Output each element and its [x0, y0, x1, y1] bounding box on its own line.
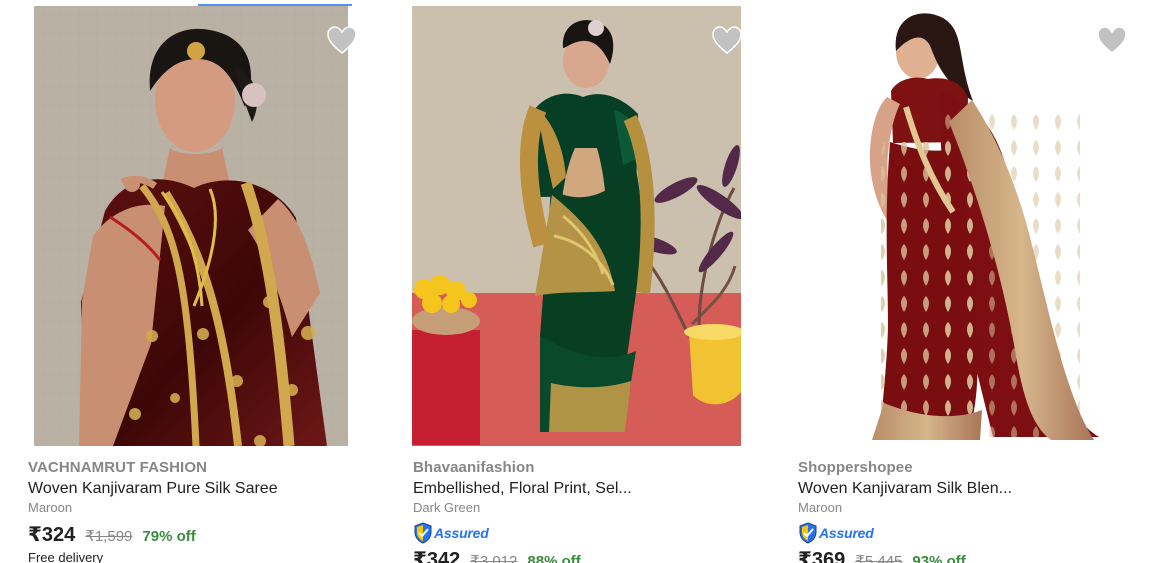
product-title[interactable]: Woven Kanjivaram Pure Silk Saree: [28, 479, 368, 498]
product-image[interactable]: [827, 6, 1141, 446]
product-color: Dark Green: [413, 500, 481, 515]
product-card[interactable]: Shoppershopee Woven Kanjivaram Silk Blen…: [770, 0, 1151, 563]
product-color: Maroon: [798, 500, 843, 515]
heart-icon: [327, 26, 357, 54]
product-color: Maroon: [28, 500, 73, 515]
price-row: ₹369 ₹5,445 93% off: [798, 548, 966, 563]
product-title[interactable]: Woven Kanjivaram Silk Blen...: [798, 479, 1138, 498]
product-brand[interactable]: Shoppershopee: [798, 459, 913, 477]
original-price: ₹3,012: [470, 553, 518, 563]
product-title[interactable]: Embellished, Floral Print, Sel...: [413, 479, 753, 498]
shield-check-icon: [799, 522, 817, 544]
saree-model-image-2: [412, 6, 741, 446]
price-row: ₹324 ₹1,599 79% off: [28, 523, 196, 547]
price-row: ₹342 ₹3,012 88% off: [413, 548, 581, 563]
discount-badge: 93% off: [912, 553, 966, 563]
selling-price: ₹342: [413, 549, 461, 563]
saree-model-image-3: [827, 6, 1141, 446]
product-brand[interactable]: Bhavaanifashion: [413, 459, 535, 477]
assured-badge: Assured: [798, 522, 874, 544]
assured-label: Assured: [434, 525, 489, 541]
selling-price: ₹324: [28, 524, 76, 546]
original-price: ₹5,445: [855, 553, 903, 563]
discount-badge: 79% off: [142, 528, 196, 545]
product-brand[interactable]: VACHNAMRUT FASHION: [28, 459, 207, 477]
product-grid-page: VACHNAMRUT FASHION Woven Kanjivaram Pure…: [0, 0, 1151, 563]
discount-badge: 88% off: [527, 553, 581, 563]
wishlist-button[interactable]: [325, 24, 359, 56]
selling-price: ₹369: [798, 549, 846, 563]
assured-badge: Assured: [413, 522, 489, 544]
delivery-text: Free delivery: [28, 550, 104, 563]
product-image[interactable]: [412, 6, 741, 446]
heart-icon: [1097, 26, 1127, 54]
saree-model-image-1: [34, 6, 348, 446]
assured-label: Assured: [819, 525, 874, 541]
wishlist-button[interactable]: [710, 24, 744, 56]
shield-check-icon: [414, 522, 432, 544]
heart-icon: [712, 26, 742, 54]
product-image[interactable]: [34, 6, 348, 446]
product-card[interactable]: Bhavaanifashion Embellished, Floral Prin…: [385, 0, 768, 563]
original-price: ₹1,599: [85, 528, 133, 545]
wishlist-button[interactable]: [1095, 24, 1129, 56]
product-card[interactable]: VACHNAMRUT FASHION Woven Kanjivaram Pure…: [0, 0, 383, 563]
